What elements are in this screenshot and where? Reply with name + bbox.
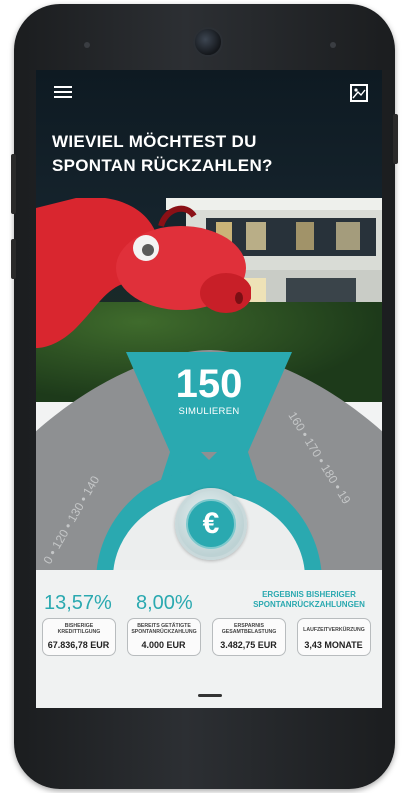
stat-card-label: ERSPARNIS GESAMTBELASTUNG <box>215 623 283 635</box>
camel-mascot <box>36 198 251 348</box>
sensor-dot <box>330 42 336 48</box>
percentage-value-1: 13,57% <box>44 592 112 614</box>
image-icon[interactable] <box>350 84 368 102</box>
stat-card-ersparnis: ERSPARNIS GESAMTBELASTUNG 3.482,75 EUR <box>212 618 286 656</box>
stat-card-value: 3.482,75 EUR <box>220 640 277 650</box>
title-line-2: SPONTAN RÜCKZAHLEN? <box>52 156 273 175</box>
result-heading-line-1: ERGEBNIS BISHERIGER <box>262 590 356 599</box>
stat-card-label-line: SPONTANRÜCKZAHLUNG <box>131 629 197 635</box>
stat-card-label-line: KREDITTILGUNG <box>57 629 101 635</box>
title-line-1: WIEVIEL MÖCHTEST DU <box>52 132 257 151</box>
side-button <box>393 114 398 164</box>
percentage-value-2: 8,00% <box>136 592 193 614</box>
sensor-dot <box>84 42 90 48</box>
stat-card-value: 4.000 EUR <box>141 640 186 650</box>
result-heading: ERGEBNIS BISHERIGER SPONTANRÜCKZAHLUNGEN <box>250 590 368 610</box>
stat-card-value: 67.836,78 EUR <box>47 640 110 650</box>
stat-card-label: BEREITS GETÄTIGTE SPONTANRÜCKZAHLUNG <box>130 623 198 635</box>
home-indicator[interactable] <box>198 694 222 697</box>
result-heading-line-2: SPONTANRÜCKZAHLUNGEN <box>253 600 365 609</box>
euro-button[interactable]: € <box>175 488 247 560</box>
hamburger-menu-icon[interactable] <box>54 86 72 100</box>
stat-card-label: BISHERIGE KREDITTILGUNG <box>45 623 113 635</box>
app-screen: WIEVIEL MÖCHTEST DU SPONTAN RÜCKZAHLEN? … <box>36 70 382 708</box>
page-title: WIEVIEL MÖCHTEST DU SPONTAN RÜCKZAHLEN? <box>52 130 352 178</box>
stat-card-value: 3,43 MONATE <box>304 640 363 650</box>
stat-card-tilgung: BISHERIGE KREDITTILGUNG 67.836,78 EUR <box>42 618 116 656</box>
side-button <box>11 154 16 214</box>
stat-card-label: LAUFZEITVERKÜRZUNG <box>300 627 368 633</box>
stat-card-rueckzahlung: BEREITS GETÄTIGTE SPONTANRÜCKZAHLUNG 4.0… <box>127 618 201 656</box>
front-camera <box>193 27 223 57</box>
euro-icon: € <box>186 499 236 549</box>
selected-amount: 150 <box>175 362 243 406</box>
stat-card-label-line: GESAMTBELASTUNG <box>221 629 277 635</box>
simulate-button[interactable]: SIMULIEREN <box>159 406 259 417</box>
side-button <box>11 239 16 279</box>
stat-card-laufzeit: LAUFZEITVERKÜRZUNG 3,43 MONATE <box>297 618 371 656</box>
stat-card-label-line: LAUFZEITVERKÜRZUNG <box>303 627 365 633</box>
